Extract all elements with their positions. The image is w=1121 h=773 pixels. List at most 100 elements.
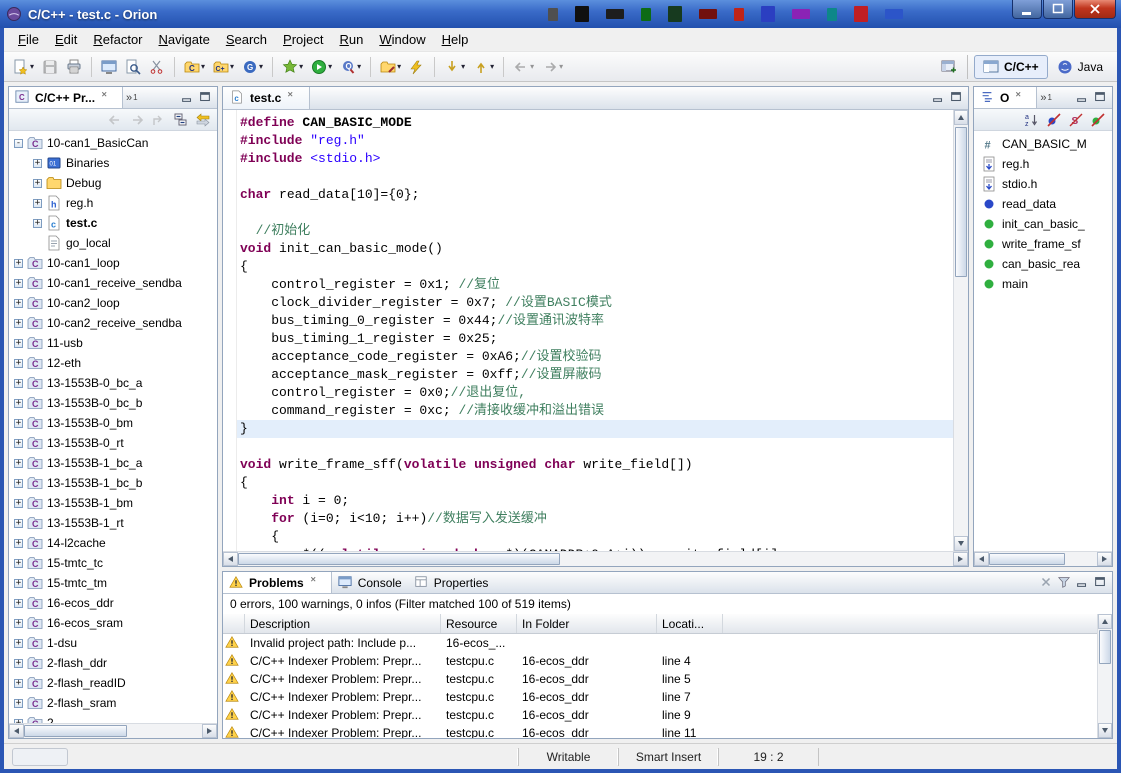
tree-item-10-can2_receive_sendba[interactable]: +C10-can2_receive_sendba — [9, 313, 217, 333]
tree-item-14-l2cache[interactable]: +C14-l2cache — [9, 533, 217, 553]
plus-expander[interactable]: + — [14, 619, 23, 628]
dropdown-arrow-icon[interactable]: ▾ — [299, 62, 303, 71]
dropdown-arrow-icon[interactable]: ▾ — [259, 62, 263, 71]
code-line[interactable]: int i = 0; — [237, 492, 953, 510]
scroll-up-arrow[interactable] — [1098, 614, 1112, 629]
maximize-view-button[interactable] — [1093, 90, 1109, 106]
tree-item-16-ecos_ddr[interactable]: +C16-ecos_ddr — [9, 593, 217, 613]
tab-outline[interactable]: O — [974, 87, 1037, 108]
dropdown-arrow-icon[interactable]: ▾ — [397, 62, 401, 71]
tree-item-15-tmtc_tm[interactable]: +C15-tmtc_tm — [9, 573, 217, 593]
external-tools-button[interactable]: ▾ — [376, 55, 405, 79]
plus-expander[interactable]: + — [14, 699, 23, 708]
close-editor-button[interactable] — [286, 90, 302, 106]
problem-row[interactable]: Invalid project path: Include p...16-eco… — [223, 634, 1097, 652]
scroll-right-arrow[interactable] — [953, 552, 968, 566]
code-line[interactable]: #define CAN_BASIC_MODE — [237, 114, 953, 132]
tree-item-12-eth[interactable]: +C12-eth — [9, 353, 217, 373]
code-line[interactable]: void write_frame_sff(volatile unsigned c… — [237, 456, 953, 474]
perspective-cpp[interactable]: C/C++ — [974, 55, 1048, 79]
plus-expander[interactable]: + — [14, 279, 23, 288]
hidden-tabs-chevron[interactable]: »1 — [1037, 87, 1055, 108]
plus-expander[interactable]: + — [33, 159, 42, 168]
code-line[interactable]: { — [237, 258, 953, 276]
minus-expander[interactable]: - — [14, 139, 23, 148]
plus-expander[interactable]: + — [14, 419, 23, 428]
tab-problems[interactable]: Problems — [223, 572, 332, 593]
dropdown-arrow-icon[interactable]: ▾ — [461, 62, 465, 71]
plus-expander[interactable]: + — [14, 639, 23, 648]
tree-item-Binaries[interactable]: +01Binaries — [9, 153, 217, 173]
tree-item-13-1553B-0_bc_a[interactable]: +C13-1553B-0_bc_a — [9, 373, 217, 393]
plus-expander[interactable]: + — [14, 339, 23, 348]
tree-item-reg.h[interactable]: +hreg.h — [9, 193, 217, 213]
code-line[interactable]: for (i=0; i<10; i++)//数据写入发送缓冲 — [237, 510, 953, 528]
tree-item-10-can2_loop[interactable]: +C10-can2_loop — [9, 293, 217, 313]
outline-item-can_basic_rea[interactable]: can_basic_rea — [974, 254, 1112, 274]
outline-item-main[interactable]: main — [974, 274, 1112, 294]
perspective-java[interactable]: Java — [1048, 55, 1112, 79]
toggle-mark-button[interactable] — [145, 55, 169, 79]
maximize-view-button[interactable] — [198, 90, 214, 106]
tree-item-10-can1_loop[interactable]: +C10-can1_loop — [9, 253, 217, 273]
open-perspective-button[interactable] — [937, 55, 961, 79]
menu-file[interactable]: File — [10, 29, 47, 51]
tree-item-16-ecos_sram[interactable]: +C16-ecos_sram — [9, 613, 217, 633]
code-line[interactable]: control_register = 0x1; //复位 — [237, 276, 953, 294]
plus-expander[interactable]: + — [14, 459, 23, 468]
problem-row[interactable]: C/C++ Indexer Problem: Prepr...testcpu.c… — [223, 724, 1097, 738]
tree-item-2-flash_readID[interactable]: +C2-flash_readID — [9, 673, 217, 693]
scroll-right-arrow[interactable] — [1097, 552, 1112, 566]
dropdown-arrow-icon[interactable]: ▾ — [201, 62, 205, 71]
hide-static-button[interactable]: S — [1066, 111, 1086, 129]
dropdown-arrow-icon[interactable]: ▾ — [328, 62, 332, 71]
tree-item-2-flash_sram[interactable]: +C2-flash_sram — [9, 693, 217, 713]
plus-expander[interactable]: + — [14, 399, 23, 408]
problem-row[interactable]: C/C++ Indexer Problem: Prepr...testcpu.c… — [223, 706, 1097, 724]
tree-item-test.c[interactable]: +ctest.c — [9, 213, 217, 233]
menu-help[interactable]: Help — [434, 29, 477, 51]
problems-vertical-scrollbar[interactable] — [1097, 614, 1112, 738]
back-button[interactable]: ▾ — [509, 55, 538, 79]
tree-item-10-can1_receive_sendba[interactable]: +C10-can1_receive_sendba — [9, 273, 217, 293]
tree-item-Debug[interactable]: +Debug — [9, 173, 217, 193]
dropdown-arrow-icon[interactable]: ▾ — [230, 62, 234, 71]
plus-expander[interactable]: + — [14, 659, 23, 668]
new-wizard-button[interactable]: ▾ — [9, 55, 38, 79]
tree-item-13-1553B-1_bm[interactable]: +C13-1553B-1_bm — [9, 493, 217, 513]
dropdown-arrow-icon[interactable]: ▾ — [530, 62, 534, 71]
problems-column-Resource[interactable]: Resource — [441, 614, 517, 633]
code-line[interactable]: #include "reg.h" — [237, 132, 953, 150]
menu-run[interactable]: Run — [332, 29, 372, 51]
menu-window[interactable]: Window — [371, 29, 433, 51]
tab-console[interactable]: Console — [332, 572, 408, 593]
code-editor[interactable]: #define CAN_BASIC_MODE#include "reg.h"#i… — [237, 110, 953, 551]
close-button[interactable] — [1074, 0, 1116, 19]
tree-item-13-1553B-0_rt[interactable]: +C13-1553B-0_rt — [9, 433, 217, 453]
forward-button[interactable]: ▾ — [538, 55, 567, 79]
plus-expander[interactable]: + — [14, 599, 23, 608]
minimize-view-button[interactable] — [931, 90, 947, 106]
up-button[interactable] — [149, 111, 169, 129]
maximize-view-button[interactable] — [949, 90, 965, 106]
code-line[interactable]: //初始化 — [237, 222, 953, 240]
plus-expander[interactable]: + — [14, 479, 23, 488]
tree-item-11-usb[interactable]: +C11-usb — [9, 333, 217, 353]
scrollbar-thumb[interactable] — [955, 127, 967, 277]
next-annotation-button[interactable]: ▾ — [440, 55, 469, 79]
scroll-left-arrow[interactable] — [974, 552, 989, 566]
hidden-tabs-chevron[interactable]: »1 — [123, 87, 141, 108]
plus-expander[interactable]: + — [14, 539, 23, 548]
plus-expander[interactable]: + — [33, 199, 42, 208]
dropdown-arrow-icon[interactable]: ▾ — [559, 62, 563, 71]
outline-item-read_data[interactable]: read_data — [974, 194, 1112, 214]
new-cpp-project-button[interactable]: C+▾ — [209, 55, 238, 79]
plus-expander[interactable]: + — [14, 379, 23, 388]
scrollbar-thumb[interactable] — [24, 725, 127, 737]
menu-search[interactable]: Search — [218, 29, 275, 51]
code-line[interactable]: { — [237, 528, 953, 546]
menu-edit[interactable]: Edit — [47, 29, 85, 51]
problems-column-Description[interactable]: Description — [245, 614, 441, 633]
plus-expander[interactable]: + — [14, 579, 23, 588]
close-tab-button[interactable] — [1014, 90, 1030, 106]
